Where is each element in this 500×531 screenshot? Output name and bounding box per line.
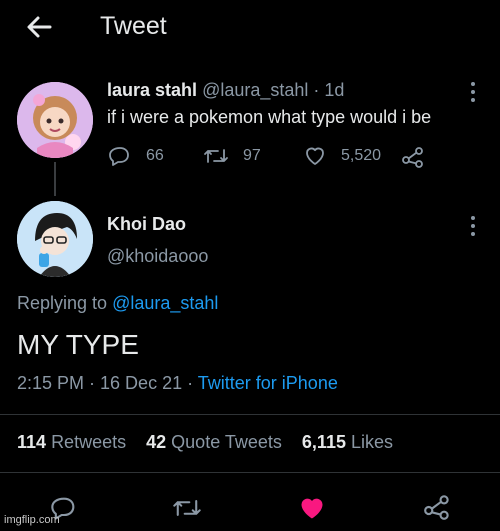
heart-icon	[306, 147, 324, 165]
retweet-button[interactable]: 97	[203, 144, 261, 168]
share-icon[interactable]	[402, 146, 424, 173]
display-name[interactable]: laura stahl	[107, 80, 197, 100]
like-button[interactable]: 5,520	[303, 144, 381, 168]
reply-icon	[109, 147, 129, 166]
thread-connector-line	[54, 162, 56, 196]
retweet-icon	[204, 149, 228, 163]
source-link[interactable]: Twitter for iPhone	[198, 373, 338, 393]
handle[interactable]: @laura_stahl	[202, 80, 308, 100]
watermark: imgflip.com	[4, 514, 60, 526]
more-options-icon[interactable]	[463, 80, 483, 104]
divider	[0, 472, 500, 473]
reply-button[interactable]: 66	[108, 144, 164, 168]
timestamp[interactable]: · 1d	[313, 80, 344, 100]
like-count: 5,520	[341, 147, 382, 164]
replying-to: Replying to @laura_stahl	[17, 293, 218, 314]
back-arrow-icon[interactable]	[24, 12, 54, 42]
mention-link[interactable]: @laura_stahl	[112, 293, 218, 313]
divider	[0, 414, 500, 415]
page-title: Tweet	[100, 12, 167, 40]
replying-label: Replying to	[17, 293, 108, 313]
display-name[interactable]: Khoi Dao	[107, 214, 186, 235]
engagement-stats: 114 Retweets 42 Quote Tweets 6,115 Likes	[17, 432, 393, 453]
retweet-count: 97	[243, 147, 261, 164]
share-icon[interactable]	[424, 494, 452, 522]
avatar[interactable]	[17, 82, 93, 158]
heart-filled-icon[interactable]	[298, 494, 326, 522]
tweet-text: if i were a pokemon what type would i be	[107, 107, 432, 127]
retweet-icon[interactable]	[172, 494, 201, 522]
retweets-stat[interactable]: 114 Retweets	[17, 432, 126, 452]
tweet-text: MY TYPE	[17, 329, 139, 360]
handle[interactable]: @khoidaooo	[107, 246, 208, 267]
likes-stat[interactable]: 6,115 Likes	[302, 432, 393, 452]
avatar[interactable]	[17, 201, 93, 277]
timestamp[interactable]: 2:15 PM · 16 Dec 21 ·	[17, 373, 193, 393]
reply-count: 66	[146, 147, 164, 164]
quote-tweets-stat[interactable]: 42 Quote Tweets	[146, 432, 282, 452]
tweet-meta: 2:15 PM · 16 Dec 21 · Twitter for iPhone	[17, 373, 338, 394]
more-options-icon[interactable]	[463, 214, 483, 238]
parent-tweet-header: laura stahl @laura_stahl · 1d	[107, 80, 344, 101]
